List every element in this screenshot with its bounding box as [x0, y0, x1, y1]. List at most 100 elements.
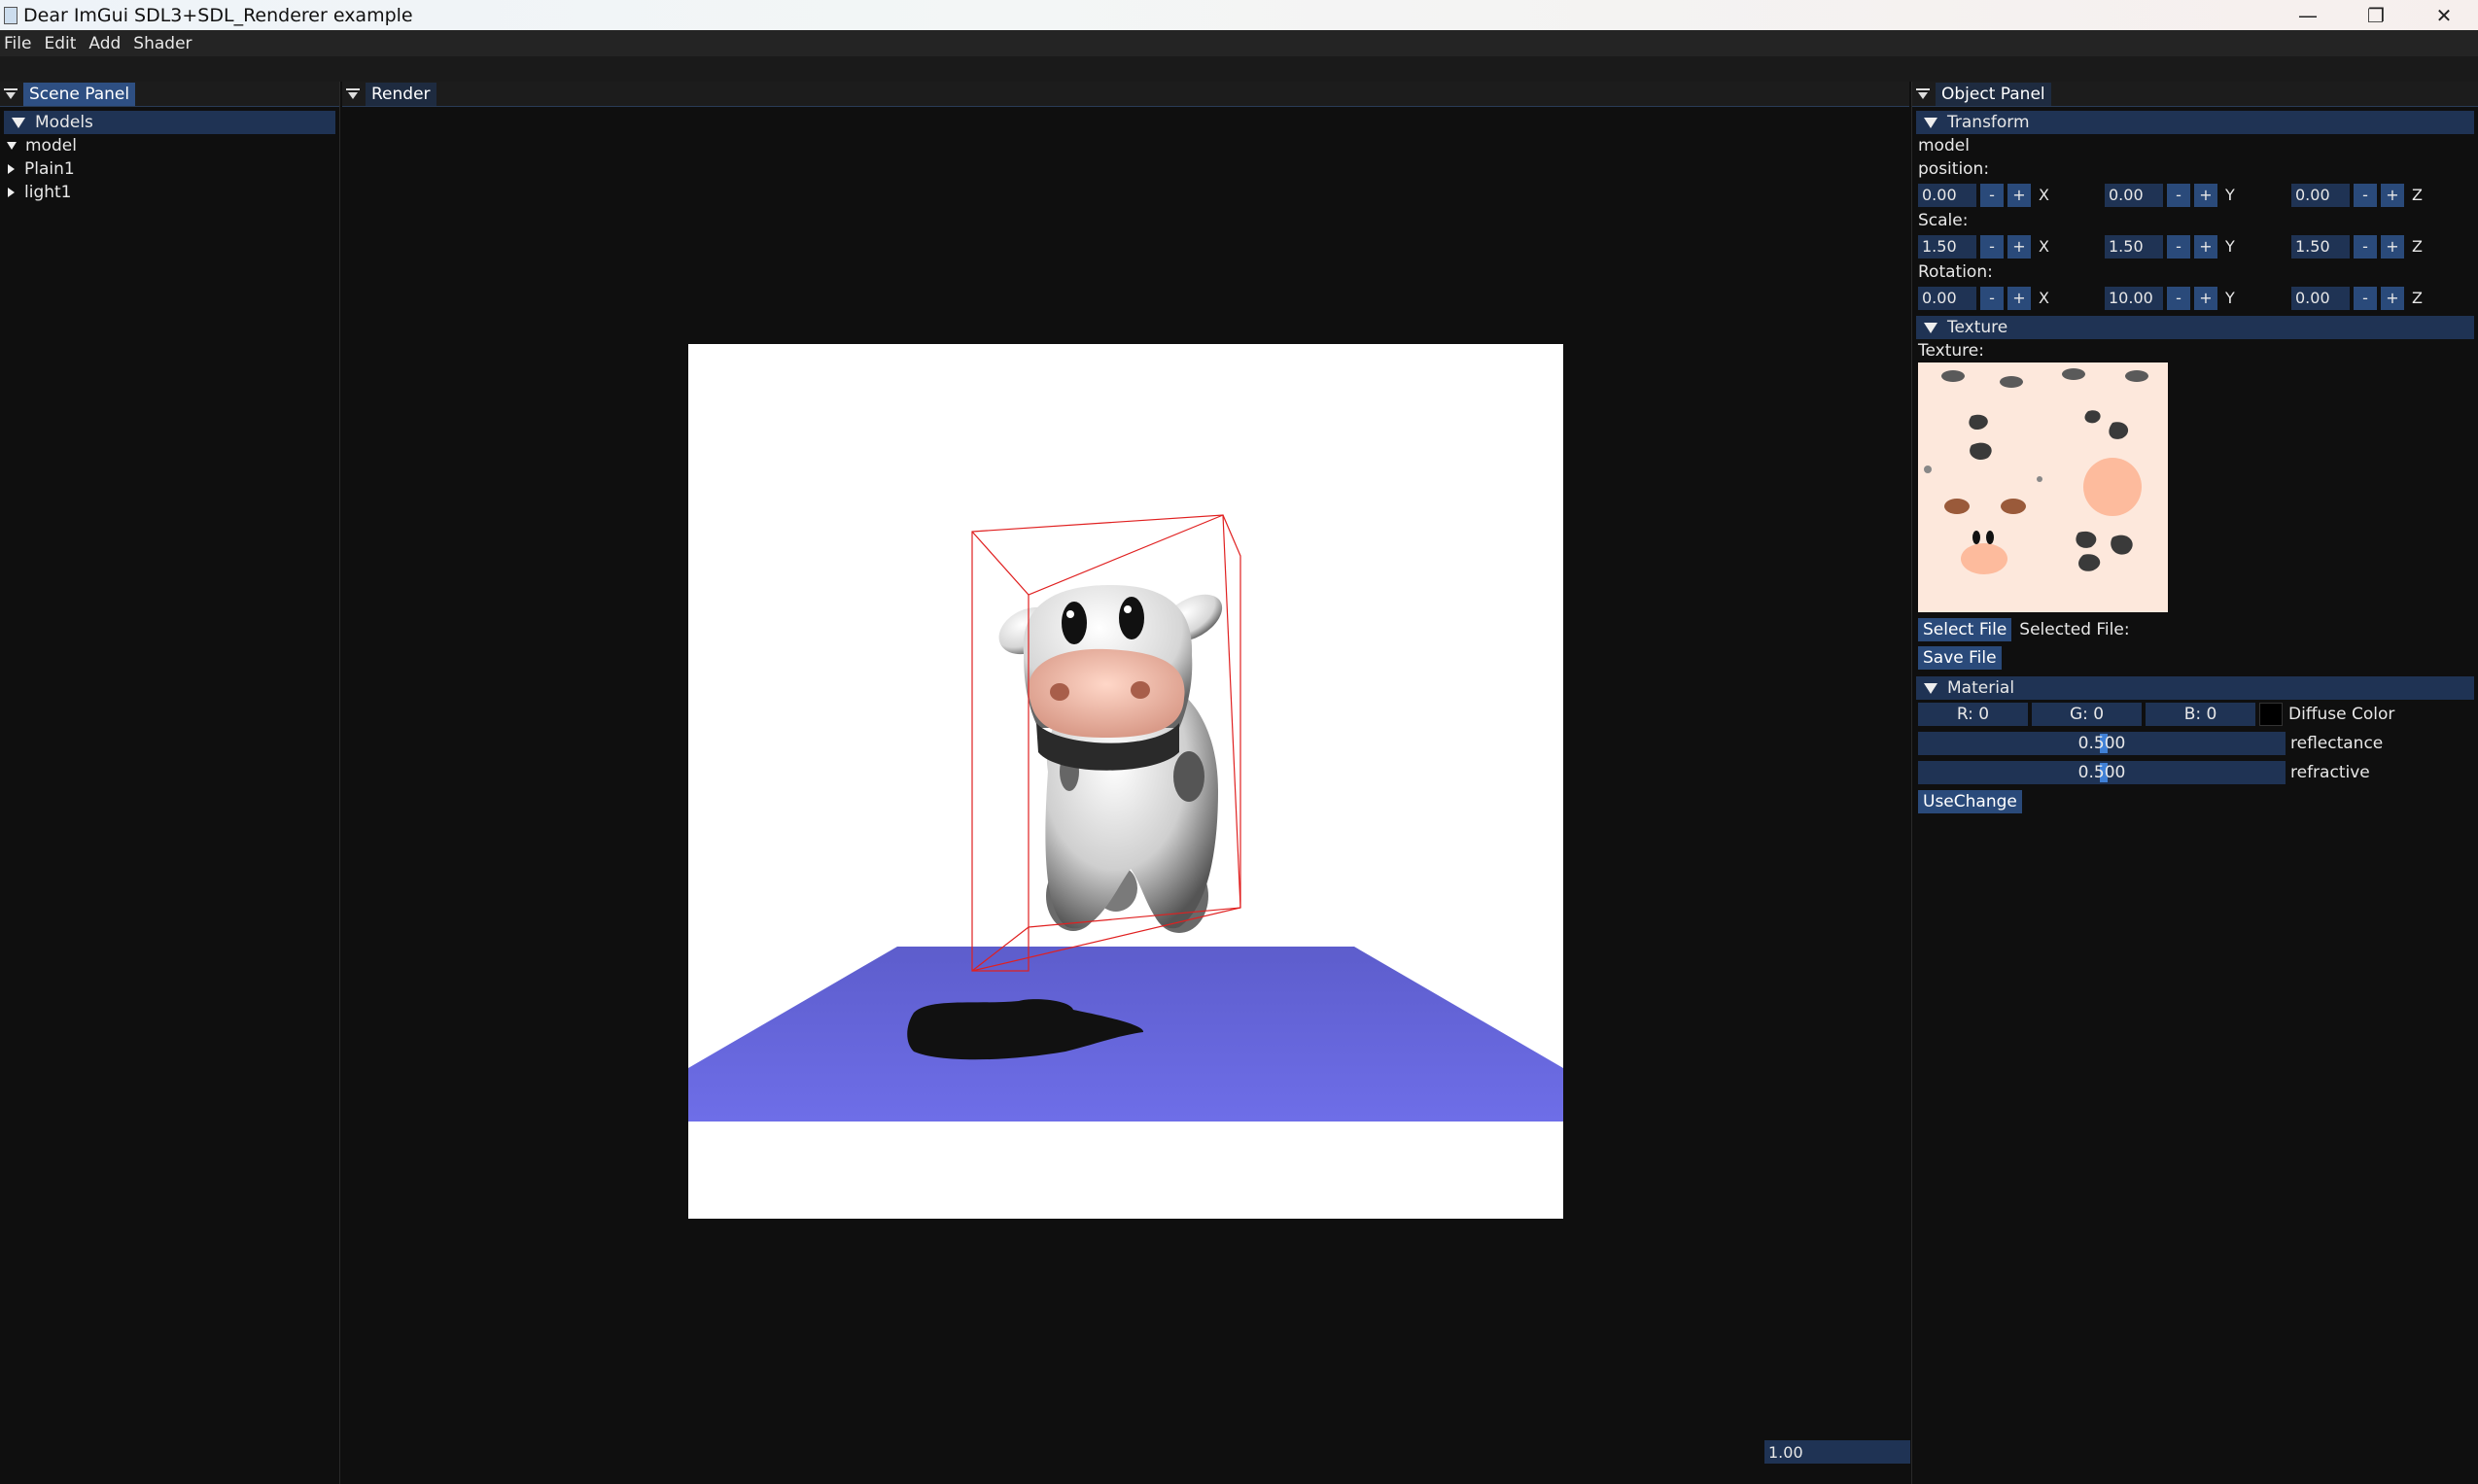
rotation-y-input[interactable]: 10.00: [2105, 286, 2163, 310]
diffuse-r-input[interactable]: R: 0: [1918, 703, 2028, 726]
close-button[interactable]: ✕: [2410, 0, 2478, 30]
diffuse-color-row: R: 0 G: 0 B: 0 Diffuse Color: [1912, 700, 2478, 729]
scale-z-input[interactable]: 1.50: [2291, 234, 2350, 259]
object-panel: Object Panel Transform model position: 0…: [1911, 82, 2478, 1484]
rotation-z-input[interactable]: 0.00: [2291, 286, 2350, 310]
position-y-increment[interactable]: +: [2194, 183, 2217, 207]
refractive-slider[interactable]: 0.500: [1918, 761, 2286, 784]
transform-header[interactable]: Transform: [1916, 111, 2474, 134]
scale-y-increment[interactable]: +: [2194, 234, 2217, 259]
scale-x-decrement[interactable]: -: [1980, 234, 2004, 259]
expanded-arrow-icon: [7, 142, 17, 150]
position-z-increment[interactable]: +: [2381, 183, 2404, 207]
scale-z-decrement[interactable]: -: [2354, 234, 2377, 259]
tree-item-plain1[interactable]: Plain1: [0, 157, 339, 181]
scale-x-input[interactable]: 1.50: [1918, 234, 1976, 259]
rotation-y-decrement[interactable]: -: [2167, 286, 2190, 310]
diffuse-g-input[interactable]: G: 0: [2032, 703, 2142, 726]
axis-z-label: Z: [2412, 186, 2423, 204]
axis-z-label: Z: [2412, 289, 2423, 307]
menu-edit[interactable]: Edit: [40, 34, 85, 53]
select-file-button[interactable]: Select File: [1918, 618, 2012, 641]
tree-item-label: model: [25, 136, 77, 155]
window-title: Dear ImGui SDL3+SDL_Renderer example: [23, 4, 413, 26]
render-panel-titlebar: Render: [342, 82, 1909, 107]
collapse-arrow-icon: [1924, 322, 1937, 333]
refractive-row: 0.500 refractive: [1912, 758, 2478, 787]
object-panel-titlebar: Object Panel: [1912, 82, 2478, 107]
reflectance-row: 0.500 reflectance: [1912, 729, 2478, 758]
object-panel-tab[interactable]: Object Panel: [1936, 82, 2051, 106]
cow-eye-highlight: [1124, 605, 1132, 613]
position-x-input[interactable]: 0.00: [1918, 183, 1976, 207]
texture-header[interactable]: Texture: [1916, 316, 2474, 339]
zoom-value: 1.00: [1768, 1442, 1803, 1462]
collapse-arrow-icon: [1924, 117, 1937, 128]
rotation-x-increment[interactable]: +: [2007, 286, 2031, 310]
refractive-value: 0.500: [2077, 763, 2126, 782]
menu-add[interactable]: Add: [85, 34, 129, 53]
scene-panel-tab[interactable]: Scene Panel: [23, 82, 136, 106]
save-file-button[interactable]: Save File: [1918, 646, 2002, 670]
scale-y-decrement[interactable]: -: [2167, 234, 2190, 259]
transform-header-label: Transform: [1947, 113, 2030, 132]
rotation-x-input[interactable]: 0.00: [1918, 286, 1976, 310]
texture-file-row: Select File Selected File:: [1912, 616, 2478, 643]
material-header[interactable]: Material: [1916, 676, 2474, 700]
tree-item-label: Plain1: [24, 159, 75, 179]
reflectance-label: reflectance: [2290, 734, 2384, 753]
position-z-decrement[interactable]: -: [2354, 183, 2377, 207]
reflectance-slider[interactable]: 0.500: [1918, 732, 2286, 755]
texture-label: Texture:: [1918, 341, 1984, 361]
axis-x-label: X: [2039, 289, 2049, 307]
scale-z-increment[interactable]: +: [2381, 234, 2404, 259]
cow-eye: [1062, 602, 1087, 644]
rotation-y-increment[interactable]: +: [2194, 286, 2217, 310]
collapse-arrow-icon: [12, 117, 25, 128]
dock-strip: [0, 56, 2478, 82]
render-panel-tab[interactable]: Render: [366, 82, 436, 106]
menu-bar: File Edit Add Shader: [0, 30, 2478, 56]
tree-item-label: light1: [24, 183, 72, 202]
axis-x-label: X: [2039, 237, 2049, 256]
axis-y-label: Y: [2225, 186, 2235, 204]
render-viewport[interactable]: [688, 344, 1563, 1219]
rotation-x-decrement[interactable]: -: [1980, 286, 2004, 310]
tree-item-light1[interactable]: light1: [0, 181, 339, 204]
tree-item-model[interactable]: model: [0, 134, 339, 157]
selected-file-label: Selected File:: [2019, 620, 2130, 639]
axis-x-label: X: [2039, 186, 2049, 204]
diffuse-color-swatch[interactable]: [2259, 703, 2283, 726]
material-header-label: Material: [1947, 678, 2015, 698]
collapsed-arrow-icon: [8, 188, 15, 197]
models-header[interactable]: Models: [4, 111, 335, 134]
restore-button[interactable]: ❐: [2342, 0, 2410, 30]
position-y-decrement[interactable]: -: [2167, 183, 2190, 207]
reflectance-value: 0.500: [2077, 734, 2126, 753]
window-menu-icon[interactable]: [1916, 87, 1930, 100]
use-change-button[interactable]: UseChange: [1918, 790, 2022, 813]
scale-y-input[interactable]: 1.50: [2105, 234, 2163, 259]
position-x-increment[interactable]: +: [2007, 183, 2031, 207]
minimize-button[interactable]: —: [2274, 0, 2342, 30]
position-x-decrement[interactable]: -: [1980, 183, 2004, 207]
cow-nostril: [1131, 681, 1150, 699]
diffuse-color-label: Diffuse Color: [2288, 705, 2395, 724]
cow-nostril: [1050, 683, 1069, 701]
scene-panel-titlebar: Scene Panel: [0, 82, 339, 107]
zoom-slider[interactable]: 1.00: [1764, 1440, 1910, 1464]
scale-x-increment[interactable]: +: [2007, 234, 2031, 259]
diffuse-b-input[interactable]: B: 0: [2146, 703, 2255, 726]
collapsed-arrow-icon: [8, 164, 15, 174]
rotation-z-decrement[interactable]: -: [2354, 286, 2377, 310]
position-z-input[interactable]: 0.00: [2291, 183, 2350, 207]
rotation-z-increment[interactable]: +: [2381, 286, 2404, 310]
position-label: position:: [1918, 159, 1990, 179]
window-menu-icon[interactable]: [4, 87, 17, 100]
rotation-row: 0.00- + X 10.00- + Y 0.00- + Z: [1912, 284, 2478, 312]
cow-spot: [1173, 751, 1204, 802]
menu-file[interactable]: File: [0, 34, 40, 53]
menu-shader[interactable]: Shader: [129, 34, 200, 53]
window-menu-icon[interactable]: [346, 87, 360, 100]
position-y-input[interactable]: 0.00: [2105, 183, 2163, 207]
